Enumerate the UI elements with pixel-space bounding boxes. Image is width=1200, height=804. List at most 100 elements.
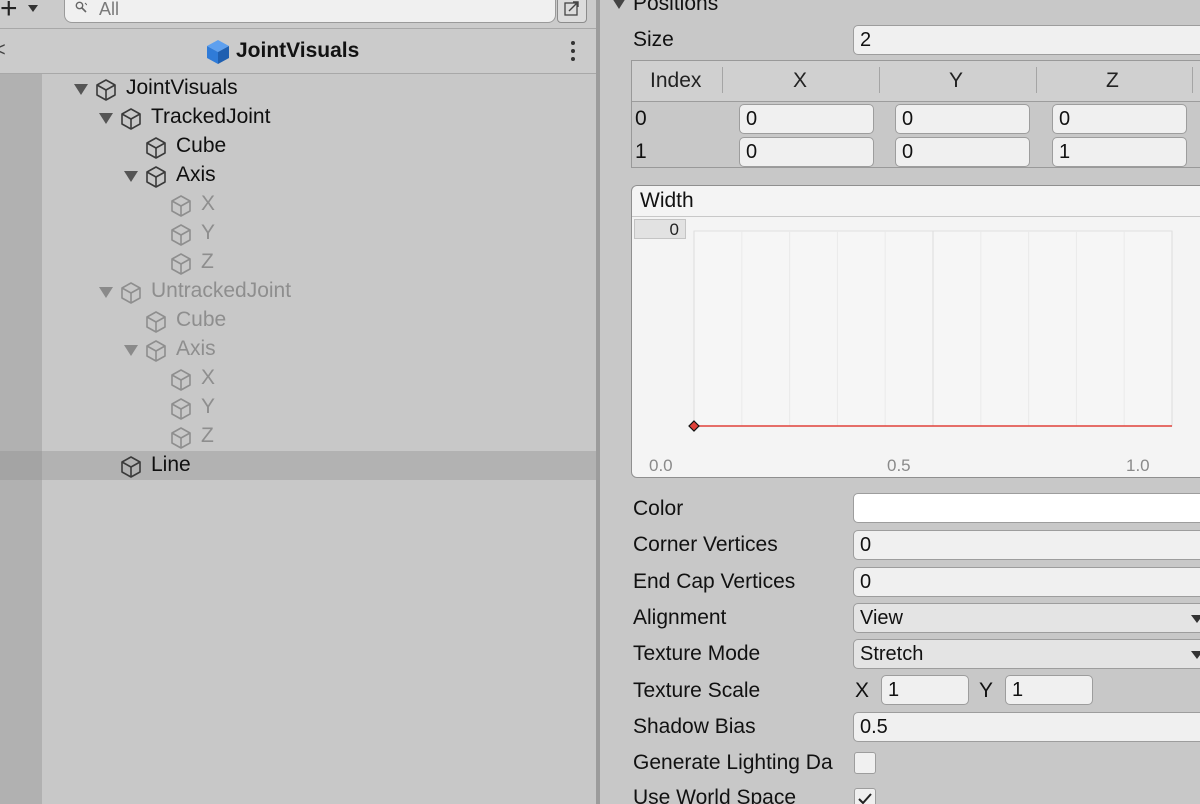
checkmark-icon <box>858 793 872 804</box>
hierarchy-item-label: Z <box>201 424 214 447</box>
expand-arrow-icon[interactable] <box>74 84 88 95</box>
width-curve-editor[interactable]: Width 0 0.0 0.5 1.0 <box>631 185 1200 478</box>
prefab-cube-icon <box>207 40 229 64</box>
corner-vertices-label: Corner Vertices <box>633 533 778 556</box>
generate-lighting-data-checkbox[interactable] <box>854 752 876 774</box>
color-field[interactable] <box>853 493 1200 523</box>
shadow-bias-field[interactable]: 0.5 <box>853 712 1200 742</box>
hierarchy-item[interactable]: Y <box>0 393 596 422</box>
gameobject-cube-icon <box>171 427 191 449</box>
color-label: Color <box>633 497 684 520</box>
hierarchy-panel: + All < JointVisuals <box>0 0 596 804</box>
texture-mode-dropdown[interactable]: Stretch <box>853 639 1200 669</box>
width-curve-graph[interactable] <box>632 186 1200 478</box>
hierarchy-item[interactable]: JointVisuals <box>0 74 596 103</box>
position-z-field[interactable]: 1 <box>1052 137 1187 167</box>
x-tick-label: 1.0 <box>1126 456 1150 475</box>
back-chevron-icon[interactable]: < <box>0 39 6 62</box>
scene-title: JointVisuals <box>236 39 360 62</box>
hierarchy-toolbar: + All <box>0 0 596 29</box>
position-x-field[interactable]: 0 <box>739 104 874 134</box>
header-z[interactable]: Z <box>1106 69 1119 93</box>
use-world-space-label: Use World Space <box>633 786 797 804</box>
hierarchy-item[interactable]: X <box>0 190 596 219</box>
expand-arrow-icon[interactable] <box>124 345 138 356</box>
gameobject-cube-icon <box>171 195 191 217</box>
position-y-field[interactable]: 0 <box>895 104 1030 134</box>
hierarchy-item[interactable]: Line <box>0 451 596 480</box>
texture-mode-label: Texture Mode <box>633 642 761 665</box>
generate-lighting-data-label: Generate Lighting Da <box>633 751 833 774</box>
external-window-icon <box>564 1 579 16</box>
positions-table: Index X Y Z 0 0 0 0 1 0 0 1 <box>631 60 1200 168</box>
gameobject-cube-icon <box>146 311 166 333</box>
hierarchy-item-label: Z <box>201 250 214 273</box>
alignment-dropdown[interactable]: View <box>853 603 1200 633</box>
column-divider[interactable] <box>722 67 723 93</box>
end-cap-vertices-field[interactable]: 0 <box>853 567 1200 597</box>
hierarchy-item[interactable]: TrackedJoint <box>0 103 596 132</box>
texture-scale-y-label[interactable]: Y <box>979 679 993 703</box>
hierarchy-item-label: Axis <box>176 337 216 360</box>
hierarchy-item-label: Cube <box>176 134 227 157</box>
position-z-field[interactable]: 0 <box>1052 104 1187 134</box>
chevron-down-icon[interactable] <box>28 5 38 12</box>
hierarchy-item[interactable]: Cube <box>0 306 596 335</box>
position-x-field[interactable]: 0 <box>739 137 874 167</box>
texture-scale-label: Texture Scale <box>633 679 761 702</box>
hierarchy-item[interactable]: Z <box>0 248 596 277</box>
kebab-menu-icon[interactable] <box>565 39 581 63</box>
gameobject-cube-icon <box>171 253 191 275</box>
texture-scale-y-field[interactable]: 1 <box>1005 675 1093 705</box>
foldout-arrow-icon[interactable] <box>612 0 626 9</box>
column-divider[interactable] <box>1036 67 1037 93</box>
hierarchy-item[interactable]: Z <box>0 422 596 451</box>
expand-arrow-icon[interactable] <box>99 287 113 298</box>
expand-arrow-icon[interactable] <box>124 171 138 182</box>
hierarchy-item[interactable]: Axis <box>0 335 596 364</box>
hierarchy-item-label: Y <box>201 395 216 418</box>
search-input[interactable]: All <box>64 0 556 23</box>
hierarchy-item-label: Cube <box>176 308 227 331</box>
column-divider[interactable] <box>1192 67 1193 93</box>
open-scene-button[interactable] <box>557 0 587 23</box>
texture-mode-value: Stretch <box>860 643 924 665</box>
position-y-field[interactable]: 0 <box>895 137 1030 167</box>
column-divider[interactable] <box>879 67 880 93</box>
size-field[interactable]: 2 <box>853 25 1200 55</box>
gameobject-cube-icon <box>171 369 191 391</box>
hierarchy-item[interactable]: UntrackedJoint <box>0 277 596 306</box>
inspector-panel: Positions Size 2 Index X Y Z 0 0 0 0 1 0… <box>600 0 1200 804</box>
gameobject-cube-icon <box>121 108 141 130</box>
shadow-bias-label: Shadow Bias <box>633 715 756 738</box>
texture-scale-x-field[interactable]: 1 <box>881 675 969 705</box>
texture-scale-x-label[interactable]: X <box>855 679 869 703</box>
row-index: 0 <box>635 107 647 130</box>
hierarchy-item-label: Y <box>201 221 216 244</box>
hierarchy-item[interactable]: X <box>0 364 596 393</box>
alignment-label: Alignment <box>633 606 727 629</box>
header-index[interactable]: Index <box>650 69 701 93</box>
scene-header: < JointVisuals <box>0 29 596 74</box>
header-x[interactable]: X <box>793 69 807 93</box>
use-world-space-checkbox[interactable] <box>854 788 876 804</box>
hierarchy-item[interactable]: Y <box>0 219 596 248</box>
gameobject-cube-icon <box>171 398 191 420</box>
gameobject-cube-icon <box>171 224 191 246</box>
gameobject-cube-icon <box>146 166 166 188</box>
gameobject-cube-icon <box>96 79 116 101</box>
x-tick-label: 0.0 <box>649 456 673 475</box>
header-y[interactable]: Y <box>949 69 963 93</box>
add-icon[interactable]: + <box>0 0 18 24</box>
hierarchy-item[interactable]: Axis <box>0 161 596 190</box>
end-cap-vertices-label: End Cap Vertices <box>633 570 796 593</box>
dropdown-arrow-icon <box>1191 651 1200 659</box>
search-placeholder: All <box>99 0 120 19</box>
corner-vertices-field[interactable]: 0 <box>853 530 1200 560</box>
hierarchy-item[interactable]: Cube <box>0 132 596 161</box>
positions-label[interactable]: Positions <box>633 0 718 16</box>
dropdown-arrow-icon <box>1191 615 1200 623</box>
expand-arrow-icon[interactable] <box>99 113 113 124</box>
row-index: 1 <box>635 140 647 163</box>
gameobject-cube-icon <box>146 340 166 362</box>
